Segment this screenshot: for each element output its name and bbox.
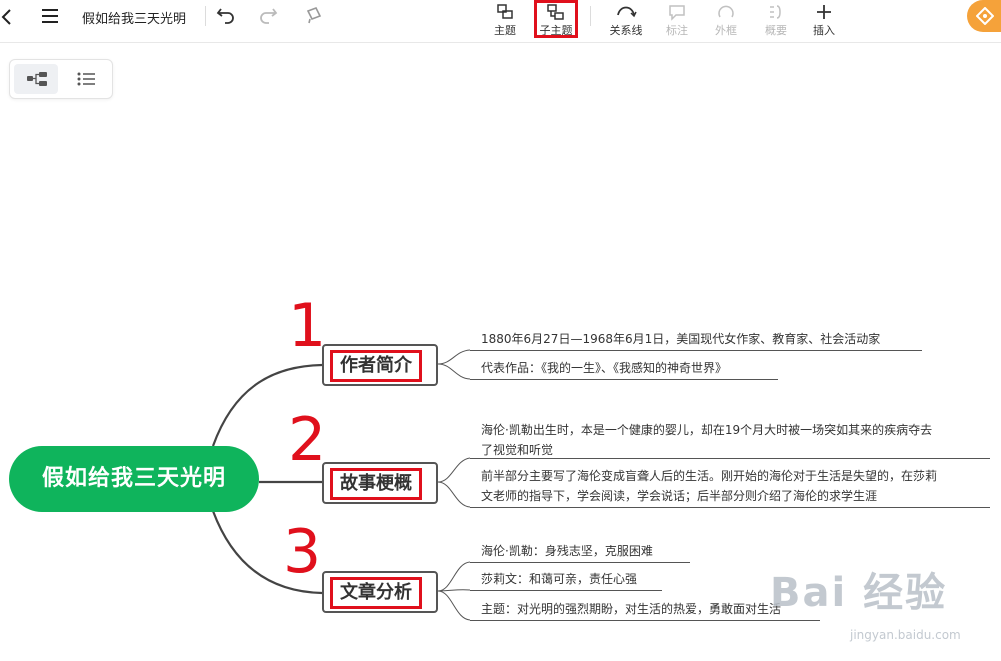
- leaf-author-works[interactable]: 代表作品：《我的一生》、《我感知的神奇世界》: [481, 358, 727, 378]
- leaf-analysis-sullivan[interactable]: 莎莉文：和蔼可亲，责任心强: [481, 569, 637, 589]
- leaf-author-dates[interactable]: 1880年6月27日—1968年6月1日，美国现代女作家、教育家、社会活动家: [481, 329, 880, 349]
- branch-topic-analysis[interactable]: 文章分析: [322, 571, 438, 613]
- baidu-watermark: Bai 经验 jingyan.baidu.com: [770, 560, 990, 650]
- branch-label-synopsis: 故事梗概: [330, 468, 422, 500]
- leaf-synopsis-birth[interactable]: 海伦·凯勒出生时，本是一个健康的婴儿，却在19个月大时被一场突如其来的疾病夺去 …: [481, 420, 981, 460]
- leaf-analysis-helen[interactable]: 海伦·凯勒：身残志坚，克服困难: [481, 541, 653, 561]
- leaf-synopsis-content[interactable]: 前半部分主要写了海伦变成盲聋人后的生活。刚开始的海伦对于生活是失望的，在莎莉 文…: [481, 466, 981, 506]
- annotation-number-1: 1: [288, 291, 327, 361]
- branch-label-author: 作者简介: [330, 350, 422, 382]
- branch-topic-synopsis[interactable]: 故事梗概: [322, 462, 438, 504]
- leaf-analysis-theme[interactable]: 主题：对光明的强烈期盼，对生活的热爱，勇敢面对生活: [481, 599, 781, 619]
- annotation-number-2: 2: [288, 405, 327, 475]
- annotation-number-3: 3: [283, 517, 322, 587]
- watermark-url: jingyan.baidu.com: [850, 628, 961, 642]
- root-topic[interactable]: 假如给我三天光明: [9, 446, 259, 512]
- branch-topic-author[interactable]: 作者简介: [322, 344, 438, 386]
- branch-label-analysis: 文章分析: [330, 577, 422, 609]
- watermark-text: Bai 经验: [770, 570, 948, 616]
